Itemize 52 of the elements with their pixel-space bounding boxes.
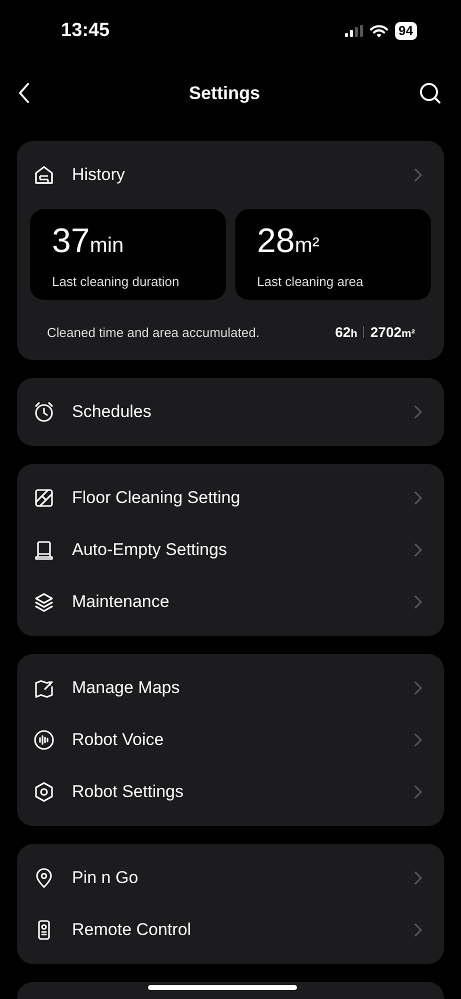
chevron-icon: [414, 491, 422, 505]
chevron-icon: [414, 871, 422, 885]
settings-row[interactable]: Remote Control: [17, 904, 444, 956]
settings-row[interactable]: Maintenance: [17, 576, 444, 628]
stat-label: Last cleaning area: [257, 274, 364, 289]
settings-row[interactable]: Manage Maps: [17, 662, 444, 714]
signal-icon: [344, 25, 363, 37]
row-label: Robot Settings: [72, 782, 185, 802]
row-label: Schedules: [72, 402, 152, 422]
settings-row[interactable]: Auto-Empty Settings: [17, 524, 444, 576]
square-tile-icon: [33, 487, 55, 509]
battery-level: 94: [394, 22, 417, 40]
row-label: Floor Cleaning Setting: [72, 488, 242, 508]
back-button[interactable]: [16, 81, 32, 105]
chevron-icon: [414, 405, 422, 419]
settings-row[interactable]: Schedules: [17, 386, 444, 438]
total-value: 2702m²: [370, 324, 415, 340]
layers-icon: [33, 591, 55, 613]
dock-station-icon: [33, 539, 55, 561]
map-icon: [33, 677, 55, 699]
settings-row[interactable]: Pin n Go: [17, 852, 444, 904]
settings-row[interactable]: Robot Voice: [17, 714, 444, 766]
chevron-icon: [414, 733, 422, 747]
row-label: Remote Control: [72, 920, 192, 940]
stat-label: Last cleaning duration: [52, 274, 180, 289]
row-label: Pin n Go: [72, 868, 140, 888]
chevron-icon: [414, 923, 422, 937]
settings-row[interactable]: Robot Settings: [17, 766, 444, 818]
row-label: Manage Maps: [72, 678, 181, 698]
row-label: Maintenance: [72, 592, 170, 612]
location-pin-icon: [33, 867, 55, 889]
alarm-clock-icon: [33, 401, 55, 423]
wifi-icon: [370, 24, 388, 38]
hexagon-nut-icon: [33, 781, 55, 803]
chevron-icon: [414, 595, 422, 609]
summary-text: Cleaned time and area accumulated.: [47, 324, 260, 340]
row-label: History: [72, 165, 126, 185]
chevron-icon: [414, 785, 422, 799]
stat-value: 28m²: [257, 221, 320, 262]
house-icon: [33, 164, 55, 186]
page-title: Settings: [188, 82, 260, 104]
chevron-icon: [414, 168, 422, 182]
total-value: 62h: [335, 324, 358, 340]
settings-row[interactable]: Floor Cleaning Setting: [17, 472, 444, 524]
row-label: Auto-Empty Settings: [72, 540, 228, 560]
chevron-icon: [414, 681, 422, 695]
status-time: 13:45: [61, 20, 110, 42]
row-label: Robot Voice: [72, 730, 165, 750]
sound-wave-icon: [33, 729, 55, 751]
history-row[interactable]: History: [30, 141, 431, 209]
stat-value: 37min: [52, 221, 125, 262]
chevron-icon: [414, 543, 422, 557]
